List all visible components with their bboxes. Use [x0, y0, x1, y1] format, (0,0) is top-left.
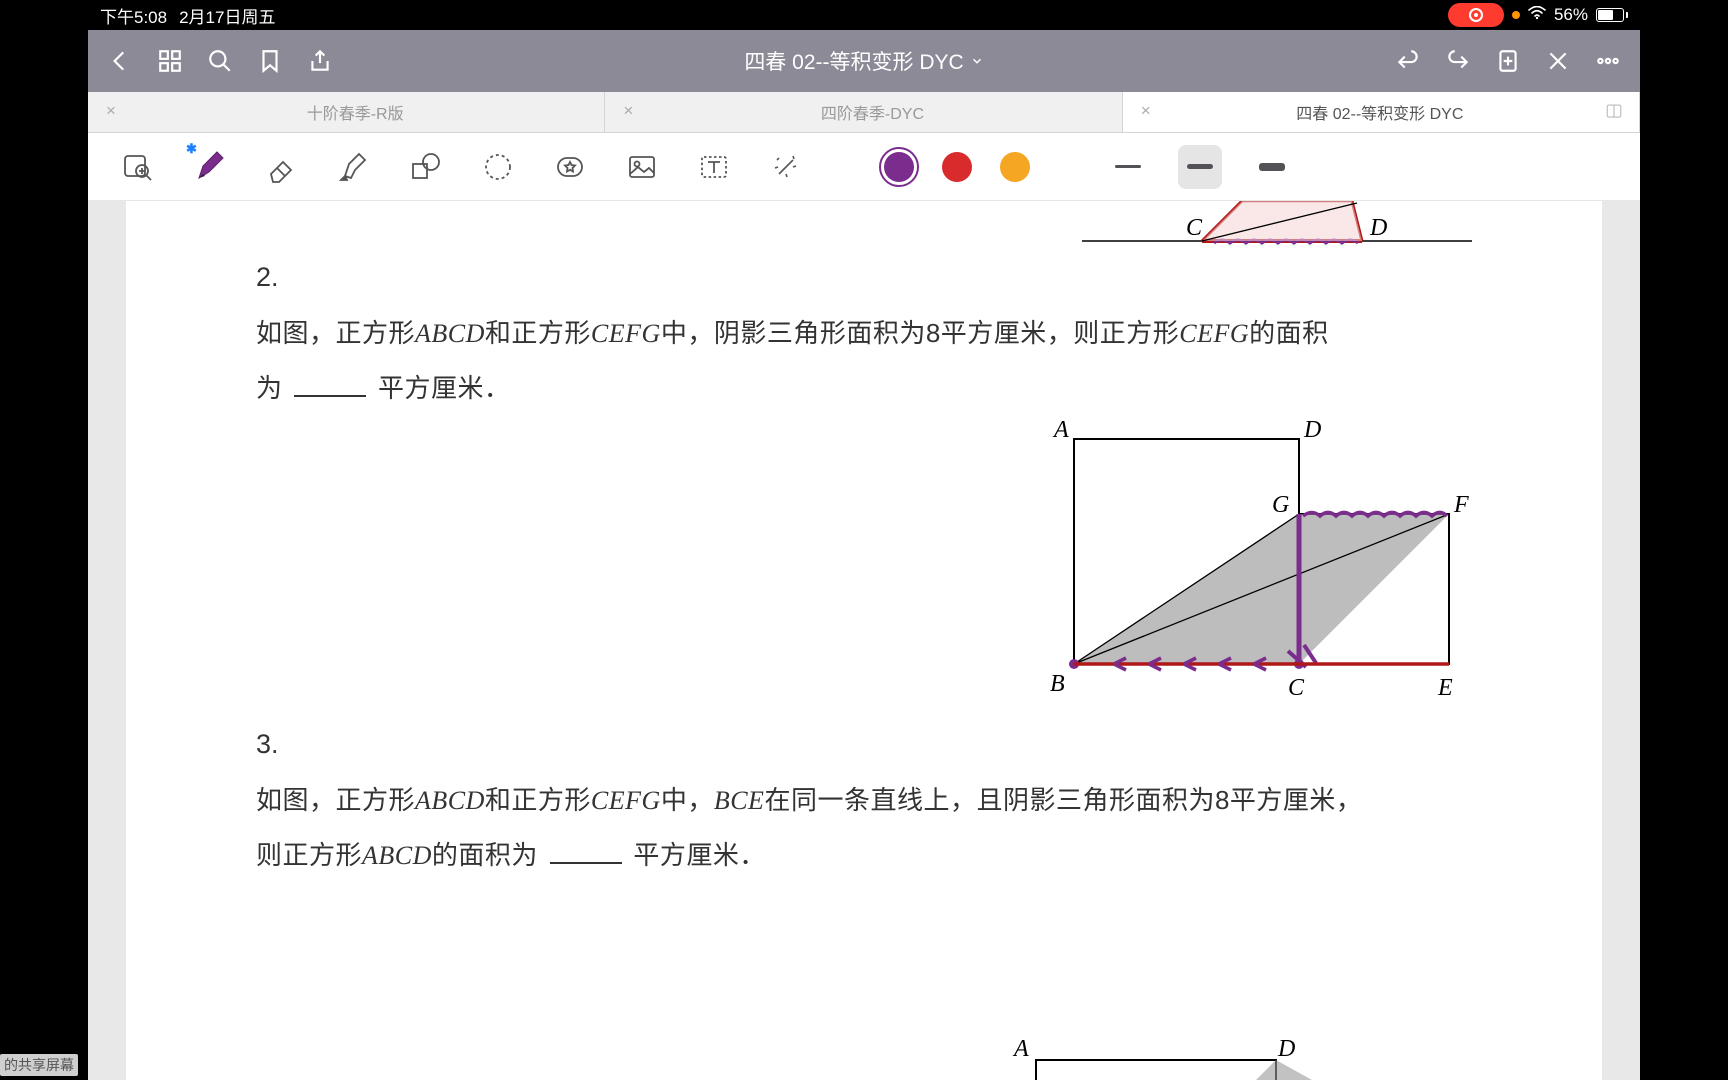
undo-button[interactable]	[1388, 41, 1428, 81]
status-time: 下午5:08	[100, 3, 167, 28]
close-button[interactable]	[1538, 41, 1578, 81]
battery-percent: 56%	[1554, 5, 1588, 25]
color-purple[interactable]	[884, 152, 914, 182]
tab-close-icon[interactable]: ×	[619, 103, 637, 121]
q2-number: 2.	[256, 249, 1472, 306]
tab-1[interactable]: × 四阶春季-DYC	[605, 92, 1122, 132]
app-window: 四春 02--等积变形 DYC × 十阶春季-R版	[88, 30, 1640, 1080]
share-screen-badge: 的共享屏幕	[0, 1054, 78, 1076]
svg-text:C: C	[1288, 675, 1305, 701]
zoom-tool[interactable]	[116, 145, 160, 189]
battery-icon	[1596, 8, 1628, 22]
lasso-tool[interactable]	[476, 145, 520, 189]
stroke-thin[interactable]	[1106, 145, 1150, 189]
svg-text:D: D	[1277, 1036, 1295, 1062]
answer-blank	[294, 393, 366, 397]
bookmark-button[interactable]	[250, 41, 290, 81]
svg-text:D: D	[1303, 419, 1321, 443]
bluetooth-icon: ✱	[186, 141, 197, 157]
app-header: 四春 02--等积变形 DYC	[88, 30, 1640, 92]
drawing-toolbar: ✱	[88, 133, 1640, 201]
tab-close-icon[interactable]: ×	[1137, 103, 1155, 121]
back-button[interactable]	[100, 41, 140, 81]
image-tool[interactable]	[620, 145, 664, 189]
pen-tool[interactable]: ✱	[188, 145, 232, 189]
ipad-status-bar: 下午5:08 2月17日周五 56%	[0, 0, 1728, 30]
svg-text:E: E	[1437, 675, 1453, 701]
shapes-tool[interactable]	[404, 145, 448, 189]
document-area[interactable]: C D 2. 如图，正方形ABCD和正方形CEFG中，阴影三角形面积为8平方厘米…	[88, 201, 1640, 1080]
text-tool[interactable]	[692, 145, 736, 189]
figure-q2: A D G F B C E	[1044, 419, 1472, 719]
svg-text:C: C	[1186, 215, 1203, 241]
document-title[interactable]: 四春 02--等积变形 DYC	[352, 46, 1376, 76]
tab-2[interactable]: × 四春 02--等积变形 DYC	[1123, 92, 1640, 132]
figure-q1-clip: C D	[1082, 201, 1472, 253]
stroke-medium[interactable]	[1178, 145, 1222, 189]
tab-0[interactable]: × 十阶春季-R版	[88, 92, 605, 132]
tab-strip: × 十阶春季-R版 × 四阶春季-DYC × 四春 02--等积变形 DYC	[88, 92, 1640, 133]
split-view-icon[interactable]	[1605, 102, 1625, 122]
eraser-tool[interactable]	[260, 145, 304, 189]
share-button[interactable]	[300, 41, 340, 81]
redo-button[interactable]	[1438, 41, 1478, 81]
svg-text:G: G	[1272, 492, 1289, 518]
add-page-button[interactable]	[1488, 41, 1528, 81]
color-red[interactable]	[942, 152, 972, 182]
grid-view-button[interactable]	[150, 41, 190, 81]
tab-close-icon[interactable]: ×	[102, 103, 120, 121]
screen-record-pill[interactable]	[1448, 3, 1504, 27]
wifi-icon	[1528, 6, 1546, 25]
mic-indicator-dot	[1512, 11, 1520, 19]
q3-text: 如图，正方形ABCD和正方形CEFG中，BCE在同一条直线上，且阴影三角形面积为…	[256, 773, 1472, 884]
highlighter-tool[interactable]	[332, 145, 376, 189]
svg-text:A: A	[1052, 419, 1069, 443]
sticker-tool[interactable]	[548, 145, 592, 189]
page: C D 2. 如图，正方形ABCD和正方形CEFG中，阴影三角形面积为8平方厘米…	[126, 201, 1602, 1080]
search-button[interactable]	[200, 41, 240, 81]
status-date: 2月17日周五	[179, 3, 275, 28]
figure-q3-clip: A D G F	[656, 1020, 1472, 1080]
answer-blank	[550, 860, 622, 864]
q2-text: 如图，正方形ABCD和正方形CEFG中，阴影三角形面积为8平方厘米，则正方形CE…	[256, 306, 1472, 416]
more-button[interactable]	[1588, 41, 1628, 81]
svg-text:A: A	[1012, 1036, 1029, 1062]
q3-number: 3.	[256, 716, 1472, 773]
svg-text:D: D	[1369, 215, 1387, 241]
stroke-thick[interactable]	[1250, 145, 1294, 189]
magic-tool[interactable]	[764, 145, 808, 189]
color-orange[interactable]	[1000, 152, 1030, 182]
svg-text:F: F	[1453, 492, 1469, 518]
svg-text:B: B	[1050, 671, 1065, 697]
